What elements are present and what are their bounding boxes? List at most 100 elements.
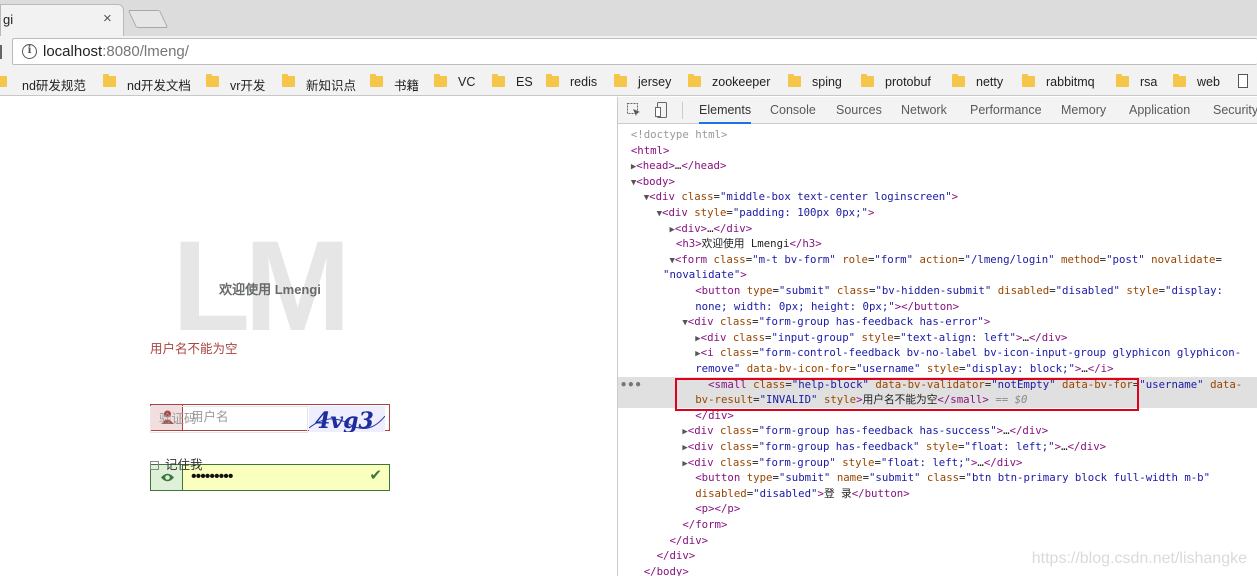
address-bar: i localhost:8080/lmeng/ [0, 36, 1257, 68]
dom-node[interactable]: <!doctype html> [618, 127, 1257, 143]
bookmark-item[interactable]: ES [516, 75, 533, 91]
folder-icon [952, 74, 965, 87]
dom-node: disabled="disabled">登 录</button> [695, 486, 910, 500]
folder-icon [546, 74, 559, 87]
remember-me[interactable]: 记住我 [150, 454, 203, 473]
devtools-panel: Elements Console Sources Network Perform… [617, 97, 1257, 576]
dom-tree: <!doctype html> <html> ▶<head>…</head> ▼… [618, 125, 1257, 576]
captcha-image[interactable]: 4vg3 [309, 406, 385, 432]
tab-network[interactable]: Network [901, 97, 947, 124]
bookmark-item[interactable]: zookeeper [712, 75, 770, 91]
dom-node[interactable]: <h3>欢迎使用 Lmengi</h3> [618, 236, 1257, 252]
dom-node[interactable]: ▶<div>…</div> [618, 221, 1257, 237]
dom-node: none; width: 0px; height: 0px;"></button… [695, 299, 960, 313]
dom-node[interactable]: ▶<i class="form-control-feedback bv-no-l… [618, 345, 1257, 361]
dom-node: </form> [682, 518, 728, 531]
folder-icon [1116, 74, 1129, 87]
folder-icon [1173, 74, 1186, 87]
more-options-icon[interactable]: ••• [620, 378, 642, 394]
bookmark-item[interactable]: VC [458, 75, 475, 91]
bookmark-item[interactable]: web [1197, 75, 1220, 91]
dom-node[interactable]: ▶<div class="form-group" style="float: l… [618, 455, 1257, 471]
bookmark-item[interactable]: redis [570, 75, 597, 91]
bookmark-item[interactable]: netty [976, 75, 1003, 91]
folder-icon [434, 74, 447, 87]
tab-application[interactable]: Application [1129, 97, 1190, 124]
bookmark-item[interactable]: 书籍 [394, 75, 419, 93]
dom-node[interactable]: ▼<form class="m-t bv-form" role="form" a… [618, 252, 1257, 268]
device-toolbar-icon[interactable] [655, 102, 669, 118]
bookmark-item[interactable]: nd研发规范 [22, 75, 86, 93]
bookmark-item[interactable]: jersey [638, 75, 671, 91]
tab-bar: gi × [0, 0, 1257, 36]
watermark: https://blog.csdn.net/lishangke [1031, 550, 1247, 567]
captcha-text: 4vg3 [315, 408, 374, 432]
dom-node[interactable]: ▼<body> [618, 174, 1257, 190]
folder-icon [1022, 74, 1035, 87]
tab-title: gi [3, 12, 14, 27]
dom-node: </div> [669, 533, 709, 547]
bookmark-item[interactable]: nd开发文档 [127, 75, 191, 93]
page-icon[interactable] [1238, 74, 1248, 88]
devtools-toolbar: Elements Console Sources Network Perform… [618, 97, 1257, 124]
browser-tab[interactable]: gi × [0, 4, 124, 36]
dom-node[interactable]: ▼<div class="form-group has-feedback has… [618, 314, 1257, 330]
tab-elements[interactable]: Elements [699, 97, 752, 124]
folder-icon [370, 74, 383, 87]
folder-icon [492, 74, 505, 87]
dom-node[interactable]: ▶<div class="input-group" style="text-al… [618, 330, 1257, 346]
dom-node[interactable]: <html> [618, 143, 1257, 159]
tab-sources[interactable]: Sources [836, 97, 882, 124]
page-viewport: LM [0, 97, 617, 576]
dom-node[interactable]: <p></p> [618, 501, 1257, 517]
dom-node[interactable]: ▼<div style="padding: 100px 0px;"> [618, 205, 1257, 221]
dom-node-selected: bv-result="INVALID" style>用户名不能为空</small… [618, 392, 1257, 408]
folder-icon [282, 74, 295, 87]
folder-icon [103, 74, 116, 87]
password-input[interactable]: ••••••••• [183, 464, 390, 491]
inspect-element-icon[interactable] [627, 103, 641, 117]
bookmark-item[interactable]: rabbitmq [1046, 75, 1095, 91]
folder-icon [688, 74, 701, 87]
dom-node[interactable]: <button type="submit" class="bv-hidden-s… [618, 283, 1257, 299]
remember-checkbox[interactable] [150, 461, 159, 470]
welcome-heading: 欢迎使用 Lmengi [219, 282, 321, 297]
url-path: :8080/lmeng/ [102, 43, 189, 60]
reload-icon[interactable] [0, 45, 6, 59]
tab-memory[interactable]: Memory [1061, 97, 1106, 124]
dom-node: "novalidate"> [663, 268, 747, 282]
dom-node[interactable]: ▶<div class="form-group has-feedback" st… [618, 439, 1257, 455]
bookmark-item[interactable]: sping [812, 75, 842, 91]
folder-icon [206, 74, 219, 87]
info-icon[interactable]: i [22, 44, 37, 59]
folder-icon [861, 74, 874, 87]
toolbar-divider [682, 102, 683, 119]
username-error-text: 用户名不能为空 [150, 342, 238, 356]
success-check-icon: ✔ [369, 467, 382, 484]
tab-close-icon[interactable]: × [103, 10, 112, 27]
bookmarks-bar: nd研发规范 nd开发文档 vr开发 新知识点 书籍 VC ES redis j… [0, 68, 1257, 96]
dom-node[interactable]: ▶<head>…</head> [618, 158, 1257, 174]
url-host: localhost [43, 43, 103, 60]
dom-node-selected[interactable]: <small class="help-block" data-bv-valida… [618, 376, 1257, 393]
dom-node[interactable]: ▼<div class="middle-box text-center logi… [618, 189, 1257, 205]
dom-node[interactable]: ▶<div class="form-group has-feedback has… [618, 423, 1257, 439]
dom-node: remove" data-bv-icon-for="username" styl… [695, 362, 1114, 375]
bookmark-item[interactable]: rsa [1140, 75, 1157, 91]
tab-performance[interactable]: Performance [970, 97, 1042, 124]
folder-icon [0, 76, 7, 87]
new-tab-button[interactable] [127, 10, 169, 28]
captcha-input[interactable]: 验证码 [150, 406, 308, 433]
bookmark-item[interactable]: protobuf [885, 75, 931, 91]
tab-console[interactable]: Console [770, 97, 816, 124]
remember-label: 记住我 [165, 458, 203, 472]
url-text: localhost:8080/lmeng/ [43, 43, 189, 60]
folder-icon [788, 74, 801, 87]
tab-security[interactable]: Security [1213, 97, 1257, 124]
dom-node: </div> [695, 408, 734, 422]
folder-icon [614, 74, 627, 87]
url-field[interactable]: i localhost:8080/lmeng/ [12, 38, 1257, 65]
bookmark-item[interactable]: 新知识点 [306, 75, 356, 93]
bookmark-item[interactable]: vr开发 [230, 75, 265, 93]
dom-node[interactable]: <button type="submit" name="submit" clas… [618, 470, 1257, 486]
